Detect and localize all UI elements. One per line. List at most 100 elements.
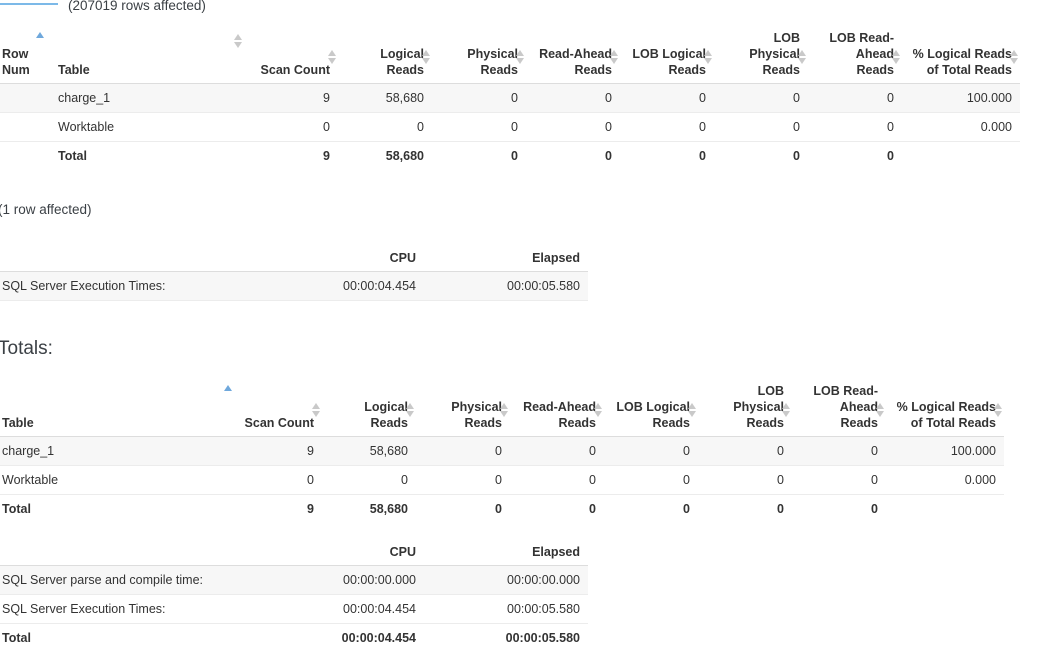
cell-pct-logical-reads <box>886 495 1004 524</box>
cell-logical-reads: 0 <box>322 465 416 495</box>
sort-toggle-icon-pct-logical-reads[interactable] <box>1010 48 1019 66</box>
rows-affected-notice-main: (207019 rows affected) <box>68 0 206 13</box>
table-row: charge_1 9 58,680 0 0 0 0 0 100.000 <box>0 436 1004 466</box>
cell-read-ahead-reads: 0 <box>526 112 620 142</box>
sort-toggle-icon-read-ahead-reads[interactable] <box>610 48 619 66</box>
sort-toggle-icon-lob-read-ahead-reads[interactable] <box>876 401 885 419</box>
column-header-row-num[interactable]: Row Num <box>0 30 50 84</box>
cell-time-label: SQL Server Execution Times: <box>0 594 260 624</box>
table-row: SQL Server Execution Times: 00:00:04.454… <box>0 594 588 624</box>
column-header-time-label <box>0 544 260 566</box>
column-header-label: Read-Ahead Reads <box>523 400 596 430</box>
sort-toggle-icon-read-ahead-reads[interactable] <box>594 401 603 419</box>
cell-elapsed: 00:00:05.580 <box>505 631 580 645</box>
totals-section-heading: Totals: <box>0 338 53 359</box>
sort-toggle-icon-lob-logical-reads[interactable] <box>688 401 697 419</box>
cell-cpu: 00:00:00.000 <box>260 565 424 595</box>
top-accent-rule <box>0 3 58 5</box>
cell-lob-read-ahead-reads: 0 <box>871 502 878 516</box>
column-header-lob-physical-reads[interactable]: LOB Physical Reads <box>698 383 792 437</box>
column-header-table[interactable]: Table <box>50 30 244 84</box>
all-times-header: CPU Elapsed <box>0 544 588 566</box>
execution-times-header: CPU Elapsed <box>0 250 588 272</box>
sort-toggle-icon-logical-reads[interactable] <box>406 401 415 419</box>
sort-toggle-icon-scan-count[interactable] <box>312 401 321 419</box>
column-header-physical-reads[interactable]: Physical Reads <box>416 383 510 437</box>
cell-table: Total <box>2 502 31 516</box>
sort-toggle-icon-logical-reads[interactable] <box>422 48 431 66</box>
cell-scan-count: 0 <box>244 112 338 142</box>
cell-lob-logical-reads: 0 <box>699 149 706 163</box>
column-header-logical-reads[interactable]: Logical Reads <box>322 383 416 437</box>
totals-table-body: charge_1 9 58,680 0 0 0 0 0 100.000 Work… <box>0 436 1004 524</box>
sort-toggle-icon-physical-reads[interactable] <box>500 401 509 419</box>
cell-lob-physical-reads: 0 <box>698 465 792 495</box>
column-header-pct-logical-reads[interactable]: % Logical Reads of Total Reads <box>902 30 1020 84</box>
detail-table-header: Row Num Table Scan Count Logical Reads P… <box>0 30 1020 84</box>
column-header-scan-count[interactable]: Scan Count <box>228 383 322 437</box>
sort-toggle-icon-lob-read-ahead-reads[interactable] <box>892 48 901 66</box>
cell-lob-physical-reads: 0 <box>777 502 784 516</box>
column-header-label: Physical Reads <box>467 47 518 77</box>
cell-lob-read-ahead-reads: 0 <box>792 436 886 466</box>
cell-pct-logical-reads: 100.000 <box>886 436 1004 466</box>
cell-logical-reads: 58,680 <box>322 436 416 466</box>
header-row: CPU Elapsed <box>0 250 588 272</box>
column-header-read-ahead-reads[interactable]: Read-Ahead Reads <box>510 383 604 437</box>
column-header-label: Read-Ahead Reads <box>539 47 612 77</box>
header-row: Row Num Table Scan Count Logical Reads P… <box>0 30 1020 84</box>
column-header-lob-logical-reads[interactable]: LOB Logical Reads <box>620 30 714 84</box>
cell-lob-read-ahead-reads: 0 <box>808 112 902 142</box>
column-header-logical-reads[interactable]: Logical Reads <box>338 30 432 84</box>
cell-time-label: SQL Server Execution Times: <box>0 271 260 301</box>
cell-lob-logical-reads: 0 <box>683 502 690 516</box>
column-header-label: Table <box>2 416 34 430</box>
table-row: Worktable 0 0 0 0 0 0 0 0.000 <box>0 112 1020 142</box>
column-header-scan-count[interactable]: Scan Count <box>244 30 338 84</box>
cell-lob-read-ahead-reads: 0 <box>792 465 886 495</box>
column-header-table[interactable]: Table <box>0 383 232 437</box>
cell-lob-physical-reads: 0 <box>698 436 792 466</box>
column-header-read-ahead-reads[interactable]: Read-Ahead Reads <box>526 30 620 84</box>
column-header-lob-read-ahead-reads[interactable]: LOB Read-Ahead Reads <box>792 383 886 437</box>
cell-read-ahead-reads: 0 <box>589 502 596 516</box>
cell-table: Total <box>58 149 87 163</box>
column-header-lob-logical-reads[interactable]: LOB Logical Reads <box>604 383 698 437</box>
cell-elapsed: 00:00:05.580 <box>424 594 588 624</box>
column-header-label: Logical Reads <box>364 400 408 430</box>
cell-time-label: SQL Server parse and compile time: <box>0 565 260 595</box>
sort-toggle-icon-lob-physical-reads[interactable] <box>782 401 791 419</box>
table-row: SQL Server parse and compile time: 00:00… <box>0 565 588 595</box>
sort-ascending-icon-row-num[interactable] <box>36 30 45 48</box>
cell-lob-physical-reads: 0 <box>714 83 808 113</box>
sort-toggle-icon-table[interactable] <box>234 32 243 50</box>
cell-lob-read-ahead-reads: 0 <box>887 149 894 163</box>
cell-row-num <box>0 142 50 171</box>
cell-scan-count: 9 <box>244 83 338 113</box>
column-header-elapsed: Elapsed <box>424 250 588 272</box>
table-total-row: Total 9 58,680 0 0 0 0 0 <box>0 495 1004 524</box>
rows-affected-notice-second: (1 row affected) <box>0 202 92 217</box>
execution-times-body: SQL Server Execution Times: 00:00:04.454… <box>0 271 588 301</box>
cell-table: charge_1 <box>0 436 228 466</box>
column-header-physical-reads[interactable]: Physical Reads <box>432 30 526 84</box>
column-header-pct-logical-reads[interactable]: % Logical Reads of Total Reads <box>886 383 1004 437</box>
sort-toggle-icon-lob-logical-reads[interactable] <box>704 48 713 66</box>
statistics-totals-table: Table Scan Count Logical Reads Physical … <box>0 383 1004 523</box>
cell-cpu: 00:00:04.454 <box>260 594 424 624</box>
cell-read-ahead-reads: 0 <box>605 149 612 163</box>
column-header-lob-physical-reads[interactable]: LOB Physical Reads <box>714 30 808 84</box>
cell-elapsed: 00:00:05.580 <box>424 271 588 301</box>
sort-toggle-icon-pct-logical-reads[interactable] <box>994 401 1003 419</box>
sort-toggle-icon-physical-reads[interactable] <box>516 48 525 66</box>
cell-table: charge_1 <box>50 83 244 113</box>
column-header-cpu: CPU <box>260 250 424 272</box>
sort-toggle-icon-lob-physical-reads[interactable] <box>798 48 807 66</box>
sort-toggle-icon-scan-count[interactable] <box>328 48 337 66</box>
column-header-label: Logical Reads <box>380 47 424 77</box>
column-header-label: LOB Logical Reads <box>616 400 690 430</box>
cell-pct-logical-reads: 0.000 <box>886 465 1004 495</box>
column-header-lob-read-ahead-reads[interactable]: LOB Read-Ahead Reads <box>808 30 902 84</box>
header-row: CPU Elapsed <box>0 544 588 566</box>
column-header-label: Table <box>58 63 90 77</box>
